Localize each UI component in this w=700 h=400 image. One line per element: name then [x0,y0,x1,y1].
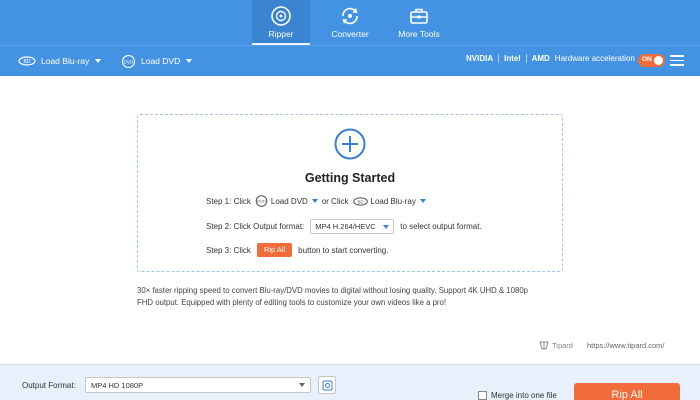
tab-ripper[interactable]: Ripper [252,0,310,45]
step-load-dvd-button[interactable]: DVD Load DVD [255,195,318,207]
converter-refresh-icon [342,7,358,25]
step-3: Step 3: Click Rip All button to start co… [206,243,388,257]
step-3-suffix: button to start converting. [298,245,389,255]
website-link[interactable]: https://www.tipard.com/ [587,341,665,350]
svg-text:DVD: DVD [124,59,134,64]
step-output-format-value: MP4 H.264/HEVC [315,222,376,231]
bottom-bar: Output Format: MP4 HD 1080P Merge into o… [0,364,700,400]
merge-checkbox[interactable]: Merge into one file [478,391,557,400]
svg-text:DVD: DVD [257,199,266,204]
output-format-value: MP4 HD 1080P [91,380,144,390]
step-output-format-select[interactable]: MP4 H.264/HEVC [310,219,395,234]
chevron-down-icon [299,383,305,387]
bluray-icon: BD [18,56,36,66]
divider [498,54,500,63]
hamburger-menu-icon[interactable] [670,55,684,66]
getting-started-title: Getting Started [304,171,396,185]
description-line-2: FHD output. Equipped with plenty of edit… [137,298,447,307]
step-1-or: or Click [321,196,349,206]
hardware-acceleration-info: NVIDIA Intel AMD Hardware acceleration [466,54,635,63]
intel-label: Intel [504,54,521,63]
tipard-logo-icon [539,341,549,350]
svg-text:BD: BD [24,59,31,65]
svg-text:BD: BD [357,199,363,204]
add-file-plus-icon[interactable] [334,128,366,160]
nvidia-label: NVIDIA [466,54,494,63]
chevron-down-icon[interactable] [311,199,318,203]
amd-label: AMD [531,54,550,63]
output-format-select[interactable]: MP4 HD 1080P [85,377,311,393]
load-bluray-button[interactable]: BD Load Blu-ray [18,53,102,69]
feature-description: 30× faster ripping speed to convert Blu-… [137,285,567,309]
step-1-prefix: Step 1: Click [206,196,251,206]
step-2: Step 2: Click Output format: MP4 H.264/H… [206,219,482,234]
toolbox-icon [410,8,428,24]
brand-name: Tipard [552,341,573,350]
brand-footer: Tipard https://www.tipard.com/ [538,340,665,351]
merge-label: Merge into one file [491,391,557,400]
format-settings-icon [322,380,333,391]
step-rip-all-button[interactable]: Rip All [256,243,293,257]
output-format-label: Output Format: [22,381,76,390]
tab-converter[interactable]: Converter [321,0,379,45]
load-bluray-label: Load Blu-ray [41,56,90,66]
load-dvd-button[interactable]: DVD Load DVD [121,53,193,69]
step-2-suffix: to select output format. [400,222,482,231]
rip-all-button[interactable]: Rip All [574,383,680,400]
step-load-bluray-button[interactable]: BD Load Blu-ray [352,196,426,206]
hardware-acceleration-toggle[interactable]: ON [638,54,665,67]
description-line-1: 30× faster ripping speed to convert Blu-… [137,286,528,295]
format-settings-button[interactable] [318,376,336,394]
tab-label: Converter [331,29,369,39]
toggle-state-label: ON [642,56,652,63]
toggle-knob [654,56,663,65]
tab-label: More Tools [398,29,440,39]
toolbar: BD Load Blu-ray DVD Load DVD NVIDIA Inte… [0,45,700,76]
chevron-down-icon [383,224,390,229]
step-load-bluray-label: Load Blu-ray [370,196,416,206]
hardware-acceleration-label: Hardware acceleration [554,54,635,63]
step-load-dvd-label: Load DVD [270,196,308,206]
load-dvd-label: Load DVD [141,56,181,66]
ripper-disc-icon [271,6,291,26]
chevron-down-icon[interactable] [95,59,102,63]
dvd-icon: DVD [121,54,136,68]
tab-label: Ripper [268,29,294,39]
checkbox-box[interactable] [478,391,487,400]
chevron-down-icon[interactable] [419,199,426,203]
divider [525,54,527,63]
chevron-down-icon[interactable] [186,59,193,63]
dvd-icon: DVD [255,195,268,207]
step-1: Step 1: Click DVD Load DVD or Click BD L… [206,195,430,207]
top-navigation: Ripper Converter More Tools [0,0,700,45]
step-3-prefix: Step 3: Click [206,245,251,255]
tab-more-tools[interactable]: More Tools [390,0,448,45]
step-2-prefix: Step 2: Click Output format: [206,222,305,231]
bluray-icon: BD [352,196,368,206]
tipard-logo: Tipard [538,340,573,351]
